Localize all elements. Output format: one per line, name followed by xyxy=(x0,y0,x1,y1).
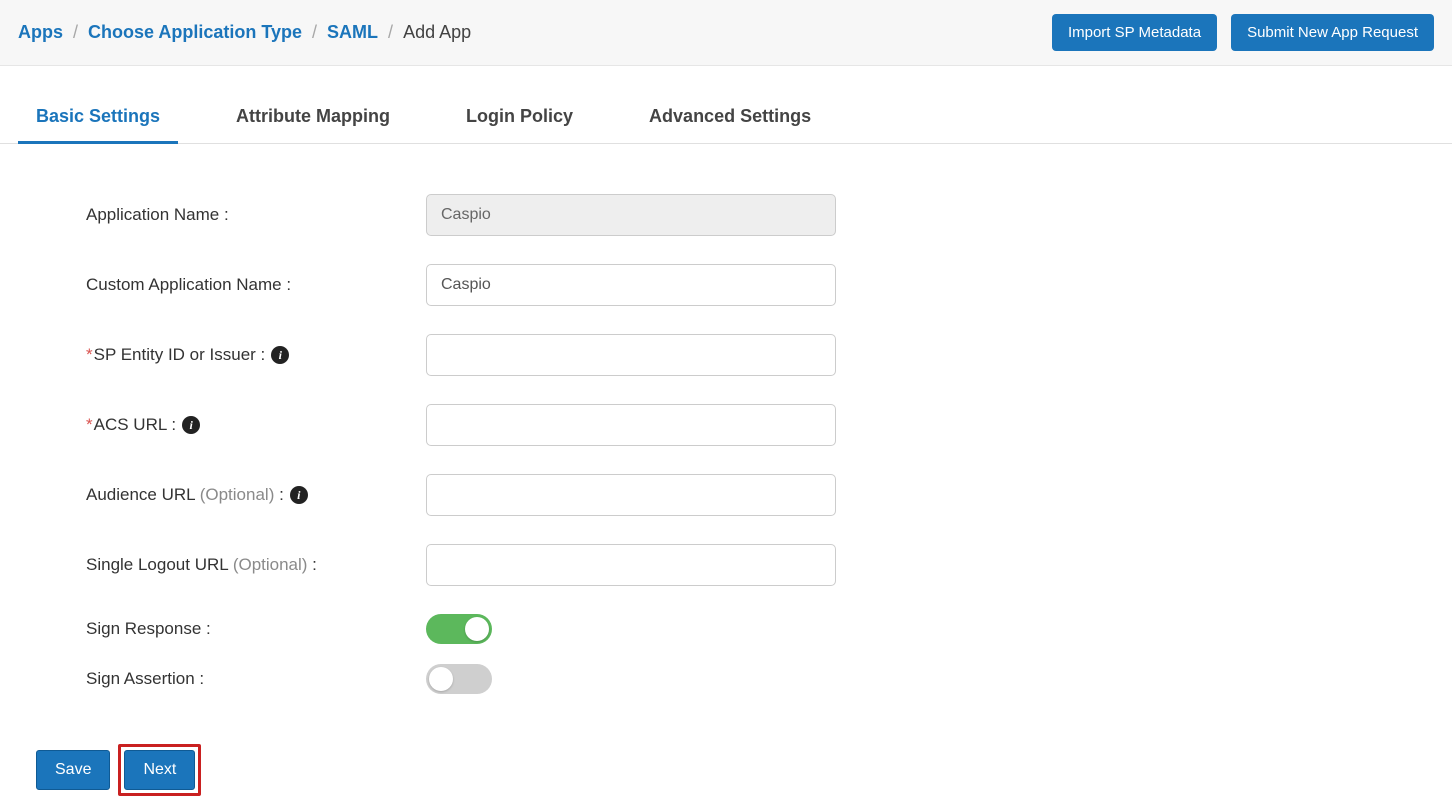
input-application-name xyxy=(426,194,836,236)
label-sign-assertion: Sign Assertion : xyxy=(86,669,426,689)
label-slo-main: Single Logout URL xyxy=(86,555,233,574)
row-single-logout-url: Single Logout URL (Optional) : xyxy=(86,544,900,586)
label-audience-url-optional: (Optional) xyxy=(200,485,275,504)
form-area: Application Name : Custom Application Na… xyxy=(0,194,900,744)
breadcrumb-separator: / xyxy=(312,22,317,43)
breadcrumb-separator: / xyxy=(388,22,393,43)
import-sp-metadata-button[interactable]: Import SP Metadata xyxy=(1052,14,1217,51)
input-audience-url[interactable] xyxy=(426,474,836,516)
tabs: Basic Settings Attribute Mapping Login P… xyxy=(0,66,1452,144)
breadcrumb-separator: / xyxy=(73,22,78,43)
tab-basic-settings[interactable]: Basic Settings xyxy=(18,106,178,144)
row-acs-url: *ACS URL : i xyxy=(86,404,900,446)
next-button[interactable]: Next xyxy=(124,750,195,790)
label-audience-url-suffix: : xyxy=(274,485,283,504)
submit-new-app-request-button[interactable]: Submit New App Request xyxy=(1231,14,1434,51)
label-audience-url: Audience URL (Optional) : i xyxy=(86,485,426,505)
topbar: Apps / Choose Application Type / SAML / … xyxy=(0,0,1452,66)
input-acs-url[interactable] xyxy=(426,404,836,446)
label-acs-url: *ACS URL : i xyxy=(86,415,426,435)
label-slo-suffix: : xyxy=(307,555,316,574)
toggle-sign-assertion[interactable] xyxy=(426,664,492,694)
row-audience-url: Audience URL (Optional) : i xyxy=(86,474,900,516)
tab-advanced-settings[interactable]: Advanced Settings xyxy=(631,106,829,144)
info-icon[interactable]: i xyxy=(271,346,289,364)
tab-attribute-mapping[interactable]: Attribute Mapping xyxy=(218,106,408,144)
toggle-sign-response[interactable] xyxy=(426,614,492,644)
save-button[interactable]: Save xyxy=(36,750,110,790)
input-sp-entity-id[interactable] xyxy=(426,334,836,376)
label-acs-url-text: ACS URL : xyxy=(94,415,177,434)
row-custom-application-name: Custom Application Name : xyxy=(86,264,900,306)
label-slo-optional: (Optional) xyxy=(233,555,308,574)
label-custom-application-name: Custom Application Name : xyxy=(86,275,426,295)
row-sign-response: Sign Response : xyxy=(86,614,900,644)
label-single-logout-url: Single Logout URL (Optional) : xyxy=(86,555,426,575)
label-sp-entity-id: *SP Entity ID or Issuer : i xyxy=(86,345,426,365)
row-sp-entity-id: *SP Entity ID or Issuer : i xyxy=(86,334,900,376)
toggle-knob xyxy=(465,617,489,641)
row-sign-assertion: Sign Assertion : xyxy=(86,664,900,694)
toggle-knob xyxy=(429,667,453,691)
tab-login-policy[interactable]: Login Policy xyxy=(448,106,591,144)
info-icon[interactable]: i xyxy=(290,486,308,504)
label-audience-url-main: Audience URL xyxy=(86,485,200,504)
topbar-actions: Import SP Metadata Submit New App Reques… xyxy=(1052,14,1434,51)
label-application-name: Application Name : xyxy=(86,205,426,225)
info-icon[interactable]: i xyxy=(182,416,200,434)
breadcrumb-current: Add App xyxy=(403,22,471,43)
label-sign-response: Sign Response : xyxy=(86,619,426,639)
breadcrumb-saml[interactable]: SAML xyxy=(327,22,378,43)
breadcrumb-apps[interactable]: Apps xyxy=(18,22,63,43)
next-button-highlight: Next xyxy=(118,744,201,796)
input-custom-application-name[interactable] xyxy=(426,264,836,306)
label-sp-entity-id-text: SP Entity ID or Issuer : xyxy=(94,345,266,364)
breadcrumb-choose-type[interactable]: Choose Application Type xyxy=(88,22,302,43)
breadcrumb: Apps / Choose Application Type / SAML / … xyxy=(18,22,471,43)
footer-buttons: Save Next xyxy=(0,744,1452,796)
row-application-name: Application Name : xyxy=(86,194,900,236)
input-single-logout-url[interactable] xyxy=(426,544,836,586)
